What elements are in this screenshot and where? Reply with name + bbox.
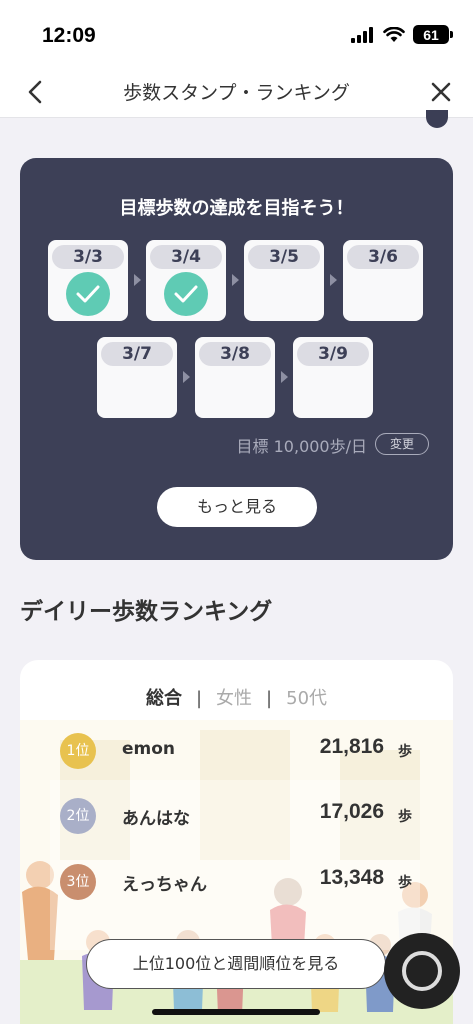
tab-overall[interactable]: 総合 (146, 684, 182, 710)
ranking-tabs: 総合 | 女性 | 50代 (20, 684, 453, 710)
check-circle-icon (164, 272, 208, 316)
stamp-day-6: 3/8 (195, 337, 275, 418)
status-bar: 12:09 61 (0, 0, 473, 66)
rank-badge: 1位 (60, 733, 96, 769)
arrow-right-icon (281, 371, 288, 383)
close-icon[interactable] (427, 78, 455, 106)
ranking-row[interactable]: 3位 えっちゃん 13,348 歩 (60, 862, 420, 902)
stamp-date: 3/7 (101, 342, 173, 366)
tab-separator: | (266, 688, 273, 709)
change-goal-button[interactable]: 変更 (375, 433, 429, 455)
ranking-row[interactable]: 1位 emon 21,816 歩 (60, 731, 420, 771)
home-indicator (152, 1009, 320, 1015)
rank-badge: 3位 (60, 864, 96, 900)
stamp-date: 3/9 (297, 342, 369, 366)
ring-icon (402, 951, 442, 991)
stamp-day-4: 3/6 (343, 240, 423, 321)
ranking-row[interactable]: 2位 あんはな 17,026 歩 (60, 796, 420, 836)
arrow-right-icon (183, 371, 190, 383)
rank-steps: 13,348 (319, 866, 384, 889)
tab-separator: | (195, 688, 203, 709)
rank-name: あんはな (122, 809, 190, 829)
nav-bar: 歩数スタンプ・ランキング (0, 66, 473, 118)
signal-icon (351, 26, 373, 43)
rank-unit: 歩 (398, 875, 412, 891)
floating-action-button[interactable] (384, 933, 460, 1009)
rank-unit: 歩 (398, 809, 412, 825)
stamp-day-5: 3/7 (97, 337, 177, 418)
rank-badge: 2位 (60, 798, 96, 834)
stamp-date: 3/3 (52, 245, 124, 269)
see-more-button[interactable]: もっと見る (157, 487, 317, 527)
stamp-day-2: 3/4 (146, 240, 226, 321)
rank-steps: 21,816 (319, 735, 384, 758)
battery-icon: 61 (413, 25, 453, 44)
stamp-day-3: 3/5 (244, 240, 324, 321)
rank-unit: 歩 (398, 744, 412, 760)
stamp-date: 3/5 (248, 245, 320, 269)
arrow-right-icon (232, 274, 239, 286)
rank-name: emon (122, 739, 176, 759)
status-icons: 61 (351, 25, 453, 44)
check-circle-icon (66, 272, 110, 316)
ranking-section-title: デイリー歩数ランキング (20, 599, 273, 625)
goal-target-text: 目標 10,000歩/日 (236, 437, 367, 456)
arrow-right-icon (134, 274, 141, 286)
scroll-peek-badge (426, 110, 448, 128)
stamp-day-1: 3/3 (48, 240, 128, 321)
goal-title: 目標歩数の達成を目指そう！ (119, 198, 354, 219)
arrow-right-icon (330, 274, 337, 286)
stamp-date: 3/8 (199, 342, 271, 366)
rank-steps: 17,026 (319, 800, 384, 823)
goal-stamp-card: 目標歩数の達成を目指そう！ 3/3 3/4 3/5 3/6 3/7 3/8 3/… (20, 158, 453, 560)
tab-age[interactable]: 50代 (286, 684, 327, 710)
stamp-date: 3/4 (150, 245, 222, 269)
wifi-icon (383, 26, 405, 42)
stamp-day-7: 3/9 (293, 337, 373, 418)
status-time: 12:09 (42, 24, 96, 47)
page-title: 歩数スタンプ・ランキング (123, 82, 350, 104)
tab-female[interactable]: 女性 (216, 684, 252, 710)
stamp-date: 3/6 (347, 245, 419, 269)
rank-name: えっちゃん (122, 875, 207, 895)
view-top100-button[interactable]: 上位100位と週間順位を見る (86, 939, 386, 989)
